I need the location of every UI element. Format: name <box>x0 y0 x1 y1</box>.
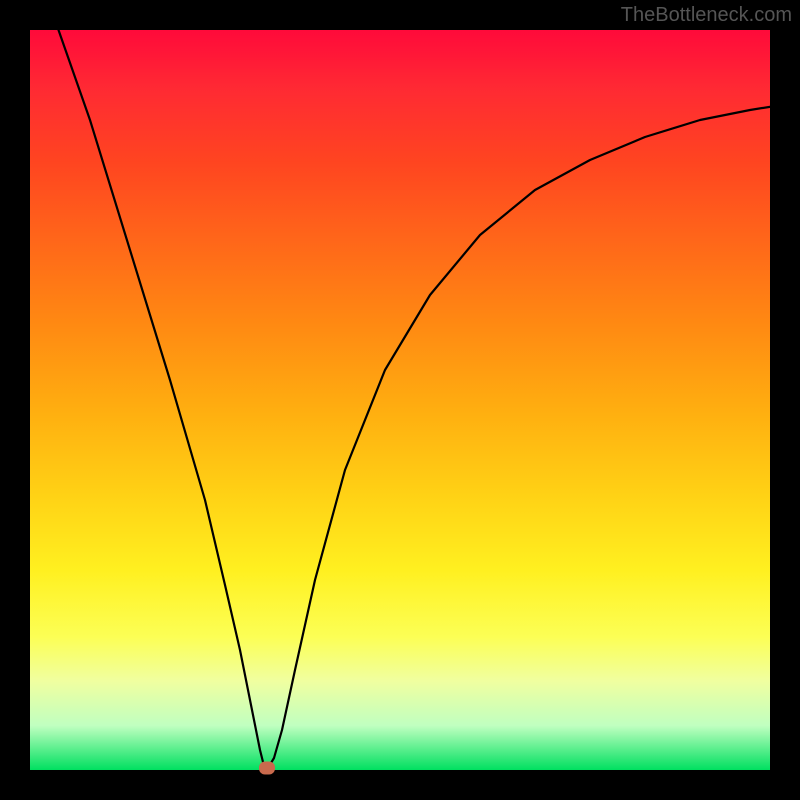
chart-container: TheBottleneck.com <box>0 0 800 800</box>
minimum-marker <box>259 762 275 775</box>
plot-area <box>30 30 770 770</box>
watermark-text: TheBottleneck.com <box>621 4 792 27</box>
bottleneck-curve-line <box>55 20 800 768</box>
curve-svg <box>30 30 770 770</box>
